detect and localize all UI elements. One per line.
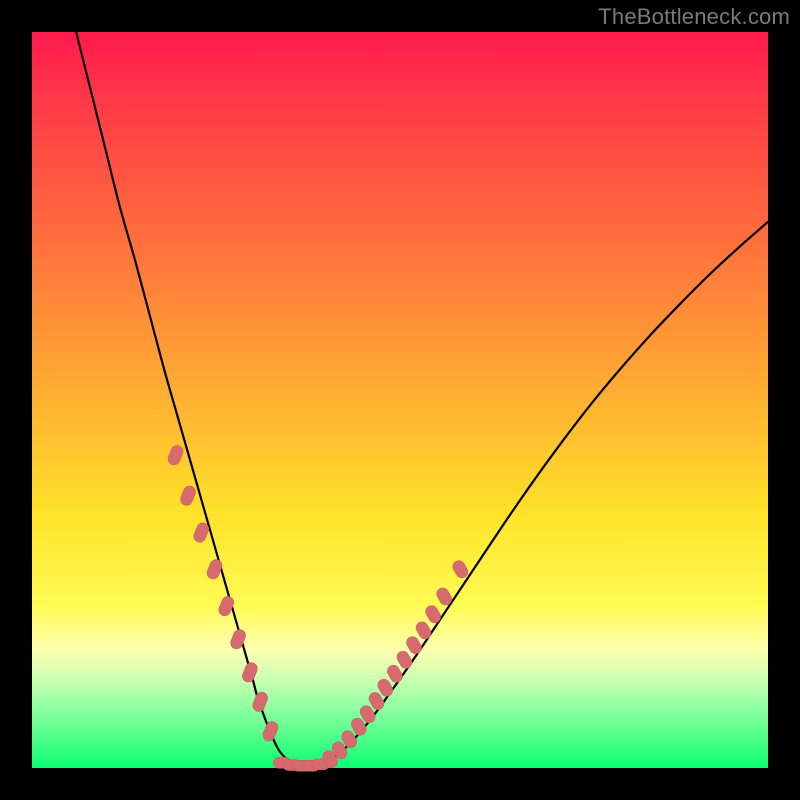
curve-marker-left: [241, 661, 260, 684]
curve-markers: [166, 444, 470, 772]
curve-marker-right: [451, 558, 470, 580]
curve-marker-left: [166, 444, 185, 467]
chart-overlay: [32, 32, 768, 768]
curve-marker-left: [261, 720, 280, 743]
bottleneck-curve: [76, 32, 768, 768]
curve-marker-left: [205, 558, 224, 581]
chart-frame: TheBottleneck.com: [0, 0, 800, 800]
curve-marker-left: [217, 595, 236, 618]
watermark-text: TheBottleneck.com: [598, 4, 790, 30]
curve-marker-left: [179, 484, 198, 507]
curve-marker-left: [251, 690, 270, 713]
